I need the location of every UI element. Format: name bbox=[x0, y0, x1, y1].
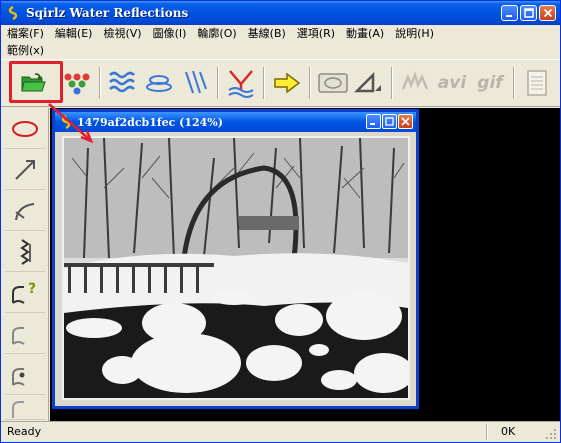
status-bar: Ready 0K bbox=[1, 421, 560, 442]
app-window: Sqirlz Water Reflections 檔案(F) 編輯(E) 檢視(… bbox=[0, 0, 561, 443]
status-message: Ready bbox=[7, 425, 42, 438]
status-indicator: 0K bbox=[501, 425, 516, 438]
resize-grip-icon[interactable] bbox=[545, 428, 557, 440]
annotation-arrow bbox=[48, 103, 94, 144]
